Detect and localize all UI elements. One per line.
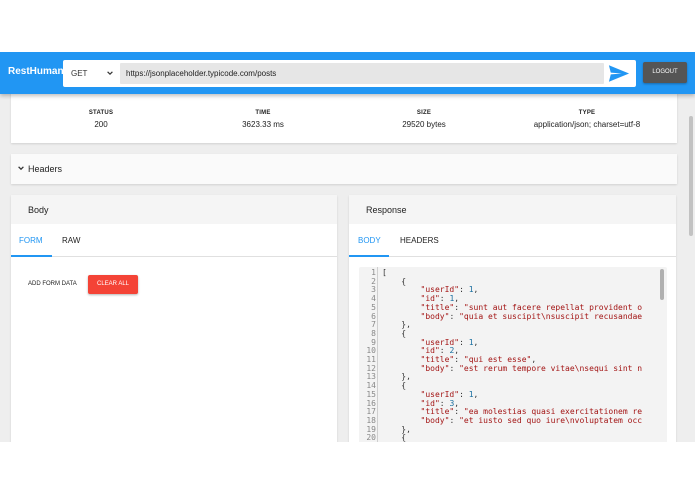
app-bar: RestHuman GET https://jsonplaceholder.ty…	[0, 52, 695, 94]
active-tab-indicator	[11, 255, 52, 257]
response-panel-header: Response	[349, 195, 676, 224]
response-panel: Response BODY HEADERS 1 2 3 4 5 6 7 8 9 10 11 12 13 1…	[349, 195, 676, 442]
response-stats-card: STATUS 200 TIME 3623.33 ms SIZE 29520 by…	[11, 90, 677, 143]
method-value: GET	[71, 69, 88, 78]
code-line: {	[382, 433, 407, 442]
body-tabs: FORM RAW	[11, 224, 337, 257]
stat-label: STATUS	[88, 110, 114, 116]
headers-expander[interactable]: Headers	[11, 154, 677, 184]
headers-title: Headers	[28, 164, 63, 174]
body-panel-title: Body	[28, 205, 49, 215]
tab-body[interactable]: BODY	[358, 236, 381, 245]
stat-time: TIME 3623.33 ms	[183, 110, 343, 129]
tab-raw[interactable]: RAW	[62, 236, 80, 245]
response-code-editor[interactable]: 1 2 3 4 5 6 7 8 9 10 11 12 13 14 15 16 17 18 19 20 [ { "use…	[359, 267, 667, 442]
stat-value: 29520 bytes	[402, 120, 446, 129]
response-tabs: BODY HEADERS	[349, 224, 676, 257]
stat-status: STATUS 200	[21, 110, 181, 129]
stat-label: TYPE	[578, 110, 596, 116]
tab-form[interactable]: FORM	[19, 236, 43, 245]
stat-value: 200	[94, 120, 108, 129]
clear-all-button[interactable]: CLEAR ALL	[88, 275, 138, 294]
send-icon[interactable]	[608, 64, 630, 83]
code-line: "body": "est rerum tempore vitae\nsequi …	[420, 363, 643, 373]
line-number-gutter: 1 2 3 4 5 6 7 8 9 10 11 12 13 14 15 16 17 18 19 20	[359, 267, 378, 442]
chevron-down-icon	[18, 166, 24, 171]
editor-scrollbar[interactable]	[660, 269, 664, 300]
stat-type: TYPE application/json; charset=utf-8	[507, 110, 667, 129]
body-panel: Body FORM RAW ADD FORM DATA CLEAR ALL	[11, 195, 337, 442]
url-input[interactable]: https://jsonplaceholder.typicode.com/pos…	[120, 63, 604, 84]
code-line: "body": "et iusto sed quo iure\nvoluptat…	[420, 415, 643, 425]
stat-value: 3623.33 ms	[242, 120, 284, 129]
active-tab-indicator	[349, 255, 389, 257]
line-number: 20	[366, 433, 376, 442]
code-line: "body": "quia et suscipit\nsuscipit recu…	[420, 311, 643, 321]
tab-headers[interactable]: HEADERS	[400, 236, 439, 245]
stat-size: SIZE 29520 bytes	[344, 110, 504, 129]
app-window: RestHuman GET https://jsonplaceholder.ty…	[0, 52, 695, 442]
response-panel-title: Response	[366, 205, 407, 215]
stat-label: SIZE	[416, 110, 432, 116]
add-form-data-button[interactable]: ADD FORM DATA	[28, 281, 77, 287]
app-title: RestHuman	[8, 66, 64, 77]
stat-value: application/json; charset=utf-8	[533, 120, 641, 129]
logout-button[interactable]: LOGOUT	[643, 62, 687, 83]
page-scrollbar[interactable]	[689, 116, 693, 236]
chevron-down-icon[interactable]	[106, 69, 114, 77]
body-panel-header: Body	[11, 195, 337, 224]
request-bar: GET https://jsonplaceholder.typicode.com…	[63, 60, 636, 87]
stat-label: TIME	[255, 110, 271, 116]
